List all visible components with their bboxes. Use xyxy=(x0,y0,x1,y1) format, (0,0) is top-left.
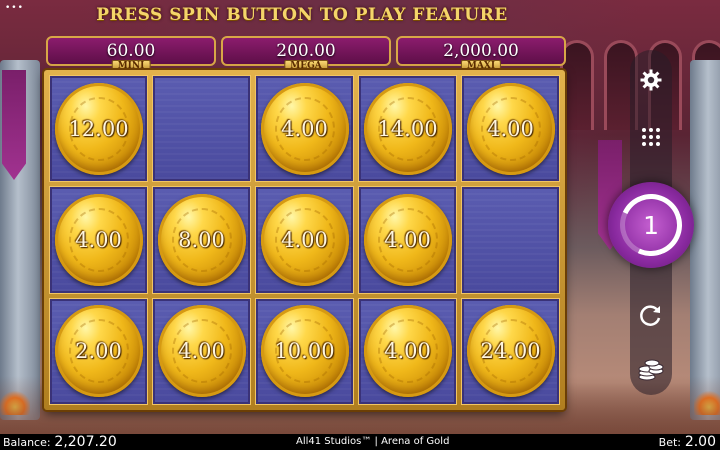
gold-coin-icon: 4.00 xyxy=(363,193,452,286)
reel-cell: 2.00 xyxy=(49,297,148,406)
gold-coin-icon: 4.00 xyxy=(260,193,349,286)
coin-value: 10.00 xyxy=(274,339,335,364)
balance-display: Balance: 2,207.20 xyxy=(3,434,117,450)
settings-button[interactable] xyxy=(635,64,667,96)
reel-cell: 12.00 xyxy=(49,74,148,183)
coin-value: 4.00 xyxy=(384,227,431,252)
reel-cell: 4.00 xyxy=(255,74,354,183)
jackpot-maxi: 2,000.00 MAXI xyxy=(396,36,566,73)
gold-coin-icon: 4.00 xyxy=(54,193,143,286)
spin-progress-ring: 1 xyxy=(611,185,691,265)
spins-remaining-count: 1 xyxy=(643,210,659,240)
coin-value: 14.00 xyxy=(377,116,438,141)
gold-coin-icon: 2.00 xyxy=(54,305,143,398)
grid-menu-icon xyxy=(642,128,660,146)
reel-cell: 14.00 xyxy=(358,74,457,183)
coin-stack-icon xyxy=(638,359,664,381)
menu-button[interactable] xyxy=(635,121,667,153)
coin-value: 4.00 xyxy=(384,339,431,364)
reel-cell: 4.00 xyxy=(255,186,354,294)
reel-cell: 24.00 xyxy=(461,297,560,406)
balance-value: 2,207.20 xyxy=(54,434,117,450)
reel-cell-empty xyxy=(152,74,251,183)
reel-cell: 4.00 xyxy=(358,186,457,294)
pillar-right xyxy=(690,60,720,420)
coin-value: 4.00 xyxy=(281,116,328,141)
jackpot-mega-value: 200.00 xyxy=(276,41,336,61)
bet-label: Bet: xyxy=(658,436,681,449)
reel-cell: 4.00 xyxy=(49,186,148,294)
coin-value: 4.00 xyxy=(281,227,328,252)
gold-coin-icon: 24.00 xyxy=(466,305,555,398)
coin-value: 4.00 xyxy=(178,339,225,364)
coin-value: 24.00 xyxy=(480,339,541,364)
game-brand: All41 Studios™ | Arena of Gold xyxy=(296,436,450,447)
coin-value: 4.00 xyxy=(75,227,122,252)
coin-value: 4.00 xyxy=(487,116,534,141)
autoplay-icon xyxy=(640,305,661,326)
reel-cell-empty xyxy=(461,186,560,294)
balance-label: Balance: xyxy=(3,436,51,449)
bet-value: 2.00 xyxy=(684,434,716,450)
gold-coin-icon: 8.00 xyxy=(157,193,246,286)
gold-coin-icon: 4.00 xyxy=(363,305,452,398)
bet-display: Bet: 2.00 xyxy=(659,434,716,450)
reel-cell: 4.00 xyxy=(358,297,457,406)
coin-value: 8.00 xyxy=(178,227,225,252)
jackpot-mega: 200.00 MEGA xyxy=(221,36,391,73)
gold-coin-icon: 4.00 xyxy=(260,82,349,175)
reel-cell: 4.00 xyxy=(152,297,251,406)
coin-value: 2.00 xyxy=(75,339,122,364)
gold-coin-icon: 4.00 xyxy=(157,305,246,398)
jackpot-maxi-value: 2,000.00 xyxy=(443,41,519,61)
gear-icon xyxy=(640,69,662,91)
reel-grid: 12.00 4.00 14.00 4.00 4.00 8.00 4.00 4.00 2.00 4.… xyxy=(49,74,560,406)
footer-bar: Balance: 2,207.20 All41 Studios™ | Arena… xyxy=(0,434,720,450)
gold-coin-icon: 10.00 xyxy=(260,305,349,398)
gold-coin-icon: 14.00 xyxy=(363,82,452,175)
banner-left xyxy=(2,70,26,180)
bet-settings-button[interactable] xyxy=(635,354,667,386)
jackpot-mini-value: 60.00 xyxy=(106,41,156,61)
spin-button[interactable]: 1 xyxy=(608,182,694,268)
reel-cell: 10.00 xyxy=(255,297,354,406)
reel-cell: 8.00 xyxy=(152,186,251,294)
gold-coin-icon: 4.00 xyxy=(466,82,555,175)
reel-cell: 4.00 xyxy=(461,74,560,183)
autoplay-button[interactable] xyxy=(635,300,667,332)
coin-value: 12.00 xyxy=(68,116,129,141)
jackpot-mini: 60.00 MINI xyxy=(46,36,216,73)
gold-coin-icon: 12.00 xyxy=(54,82,143,175)
feature-prompt-title: PRESS SPIN BUTTON TO PLAY FEATURE xyxy=(96,5,508,25)
